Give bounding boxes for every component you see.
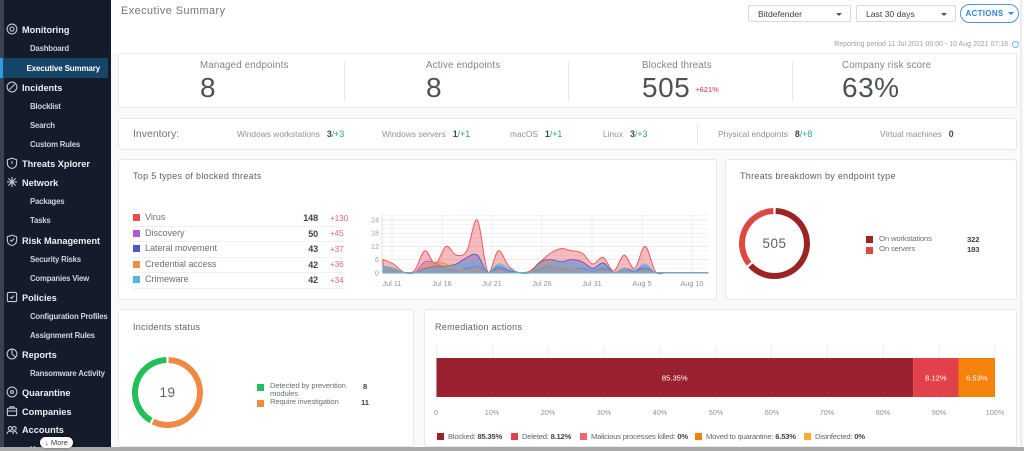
svg-text:6.53%: 6.53% [966,374,988,383]
svg-text:18: 18 [371,229,379,238]
svg-text:8.12%: 8.12% [925,374,947,383]
svg-text:24: 24 [371,216,379,225]
svg-text:85.35%: 85.35% [662,374,688,383]
svg-text:0: 0 [375,268,379,277]
svg-text:6: 6 [375,255,379,264]
svg-text:12: 12 [371,242,379,251]
svg-text:505: 505 [762,236,786,251]
svg-text:19: 19 [159,385,175,400]
